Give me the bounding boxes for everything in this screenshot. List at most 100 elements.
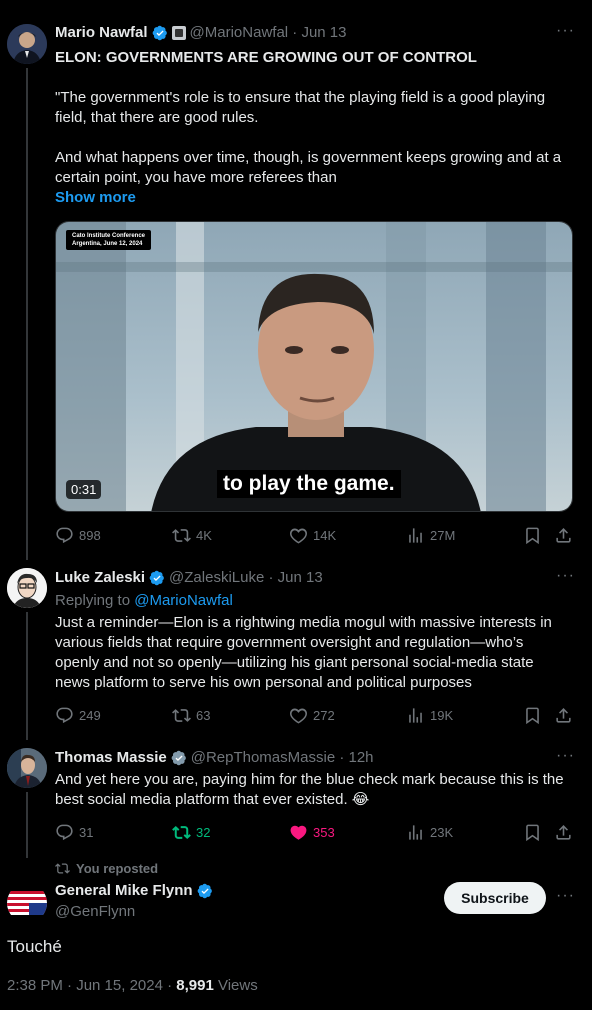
- show-more-link[interactable]: Show more: [55, 188, 136, 208]
- share-icon: [556, 825, 571, 840]
- avatar-thomas-massie[interactable]: [7, 748, 47, 788]
- repost-count: 4K: [196, 528, 212, 543]
- tweet1-title: ELON: GOVERNMENTS ARE GROWING OUT OF CON…: [55, 49, 477, 66]
- author-handle[interactable]: @GenFlynn: [55, 903, 135, 920]
- affiliate-badge-icon: [171, 25, 186, 40]
- bookmark-icon: [526, 824, 539, 842]
- views-count: 27M: [430, 528, 456, 543]
- tweet3-body: And yet here you are, paying him for the…: [55, 771, 564, 808]
- reposted-indicator: You reposted: [55, 861, 158, 876]
- views-label: Views: [213, 977, 258, 994]
- tweet2-body: Just a reminder—Elon is a rightwing medi…: [55, 614, 552, 691]
- video-badge-line2: Argentina, June 12, 2024: [72, 241, 143, 247]
- tweet1-para2: And what happens over time, though, is g…: [55, 149, 562, 186]
- video-source-badge: Cato Institute Conference Argentina, Jun…: [66, 230, 152, 250]
- like-count: 272: [313, 708, 335, 723]
- more-options-icon[interactable]: ···: [556, 747, 575, 765]
- heart-filled-icon: [290, 825, 307, 840]
- repost-icon: [172, 529, 191, 542]
- verified-badge-icon: [149, 570, 164, 585]
- tweet2-header: Luke Zaleski @ZaleskiLuke · Jun 13: [55, 569, 323, 586]
- views-button[interactable]: 23K: [406, 823, 453, 842]
- replying-prefix: Replying to: [55, 592, 131, 609]
- views-chart-icon: [409, 528, 422, 543]
- reply-count: 898: [79, 528, 101, 543]
- views-count: 8,991: [176, 977, 214, 994]
- author-handle-time[interactable]: @RepThomasMassie · 12h: [191, 749, 374, 766]
- reply-icon: [56, 824, 73, 841]
- like-count: 353: [313, 825, 335, 840]
- bookmark-button[interactable]: [523, 526, 547, 545]
- video-caption: to play the game.: [217, 470, 401, 498]
- more-options-icon[interactable]: ···: [556, 567, 575, 585]
- reply-count: 31: [79, 825, 94, 840]
- repost-small-icon: [55, 863, 70, 874]
- replying-handle-link[interactable]: @MarioNawfal: [134, 592, 233, 609]
- share-icon: [556, 528, 571, 543]
- video-duration: 0:31: [66, 480, 102, 499]
- more-options-icon[interactable]: ···: [556, 22, 575, 40]
- share-button[interactable]: [554, 526, 578, 545]
- video-player[interactable]: Cato Institute Conference Argentina, Jun…: [55, 221, 573, 512]
- reply-icon: [56, 707, 73, 724]
- author-name[interactable]: Mario Nawfal: [55, 24, 148, 41]
- tweet1-para1: "The government's role is to ensure that…: [55, 89, 546, 126]
- like-button[interactable]: 14K: [289, 526, 336, 545]
- video-badge-line1: Cato Institute Conference: [72, 233, 146, 239]
- gray-verified-badge-icon: [171, 750, 186, 765]
- like-count: 14K: [313, 528, 337, 543]
- repost-icon: [172, 826, 191, 839]
- tweet-meta: 2:38 PM · Jun 15, 2024 · 8,991 Views: [7, 977, 258, 994]
- repost-count: 32: [196, 825, 211, 840]
- repost-icon: [172, 709, 191, 722]
- verified-badge-icon: [197, 883, 212, 898]
- more-options-icon[interactable]: ···: [556, 887, 575, 905]
- repost-count: 63: [196, 708, 211, 723]
- video-frame: [56, 222, 572, 511]
- thread-line: [26, 612, 28, 740]
- author-handle-time[interactable]: @ZaleskiLuke · Jun 13: [169, 569, 323, 586]
- author-name[interactable]: Luke Zaleski: [55, 569, 145, 586]
- timestamp-link[interactable]: 2:38 PM · Jun 15, 2024 ·: [7, 977, 176, 994]
- views-chart-icon: [409, 708, 422, 723]
- author-name[interactable]: General Mike Flynn: [55, 882, 193, 899]
- views-count: 23K: [430, 825, 454, 840]
- avatar-mario-nawfal[interactable]: [7, 24, 47, 64]
- author-name[interactable]: Thomas Massie: [55, 749, 167, 766]
- reply-button[interactable]: 31: [55, 823, 93, 842]
- share-icon: [556, 708, 571, 723]
- reply-count: 249: [79, 708, 101, 723]
- heart-icon: [289, 528, 308, 544]
- reply-icon: [56, 527, 73, 544]
- repost-button-active[interactable]: 32: [172, 823, 210, 842]
- share-button[interactable]: [554, 706, 578, 725]
- views-button[interactable]: 19K: [406, 706, 453, 725]
- tweet3-header: Thomas Massie @RepThomasMassie · 12h: [55, 749, 374, 766]
- verified-badge-icon: [152, 25, 167, 40]
- like-button-active[interactable]: 353: [289, 823, 335, 842]
- main-header: General Mike Flynn: [55, 882, 213, 899]
- thread-line: [26, 792, 28, 858]
- thread-line: [26, 68, 28, 560]
- reply-button[interactable]: 898: [55, 526, 101, 545]
- bookmark-icon: [526, 527, 539, 545]
- bookmark-icon: [526, 707, 539, 725]
- views-chart-icon: [409, 825, 422, 840]
- repost-button[interactable]: 4K: [172, 526, 212, 545]
- avatar-luke-zaleski[interactable]: [7, 568, 47, 608]
- author-handle-time[interactable]: @MarioNawfal · Jun 13: [190, 24, 347, 41]
- like-button[interactable]: 272: [289, 706, 335, 725]
- heart-icon: [289, 708, 308, 724]
- avatar-general-mike-flynn[interactable]: [7, 883, 47, 923]
- views-button[interactable]: 27M: [406, 526, 455, 545]
- replying-to: Replying to @MarioNawfal: [55, 591, 233, 611]
- subscribe-button[interactable]: Subscribe: [444, 882, 546, 914]
- bookmark-button[interactable]: [523, 823, 547, 842]
- share-button[interactable]: [554, 823, 578, 842]
- views-count: 19K: [430, 708, 454, 723]
- bookmark-button[interactable]: [523, 706, 547, 725]
- main-body: Touché: [7, 937, 62, 956]
- reply-button[interactable]: 249: [55, 706, 101, 725]
- repost-button[interactable]: 63: [172, 706, 210, 725]
- reposted-label: You reposted: [76, 861, 159, 876]
